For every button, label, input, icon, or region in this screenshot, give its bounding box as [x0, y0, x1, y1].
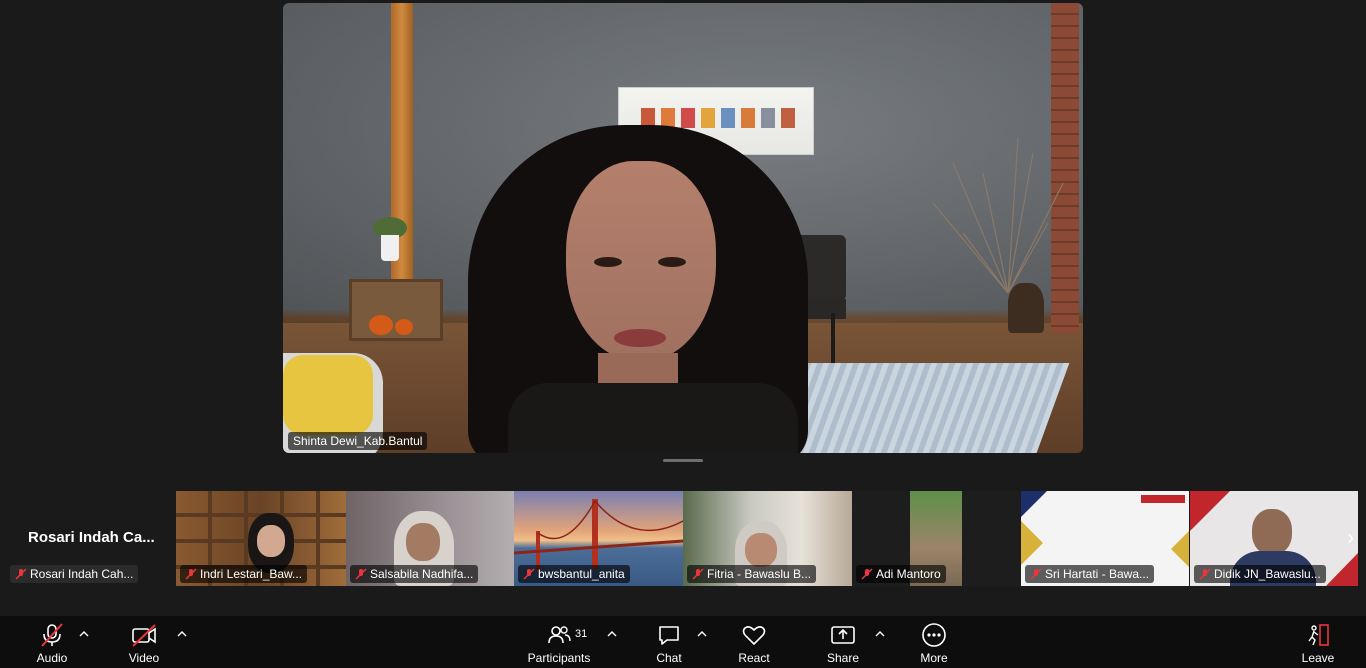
participant-tile[interactable]: bwsbantul_anita — [514, 491, 683, 586]
pumpkin — [395, 319, 413, 335]
participant-name: Adi Mantoro — [876, 567, 941, 581]
chat-options-caret-icon[interactable] — [697, 630, 707, 638]
participant-name-tag: Sri Hartati - Bawa... — [1025, 565, 1155, 583]
plant-pot — [381, 235, 399, 261]
mouth — [614, 329, 666, 347]
participants-label: Participants — [527, 651, 591, 665]
participant-name: Sri Hartati - Bawa... — [1045, 567, 1150, 581]
chat-button[interactable]: Chat — [652, 622, 686, 665]
share-label: Share — [826, 651, 860, 665]
armchair-leg — [831, 313, 835, 363]
eye — [594, 257, 622, 267]
mic-muted-icon — [1030, 568, 1042, 580]
yellow-pillow — [283, 355, 373, 435]
face — [257, 525, 285, 557]
participant-tile[interactable]: Didik JN_Bawaslu... › — [1190, 491, 1358, 586]
self-view-heading: Rosari Indah Ca... — [28, 529, 155, 546]
mic-muted-icon — [523, 568, 535, 580]
face — [745, 533, 777, 567]
video-options-caret-icon[interactable] — [177, 630, 187, 638]
speaker-person — [468, 125, 828, 453]
participant-name: bwsbantul_anita — [538, 567, 625, 581]
leave-label: Leave — [1301, 651, 1335, 665]
video-label: Video — [128, 651, 160, 665]
eye — [658, 257, 686, 267]
heart-icon — [742, 626, 766, 645]
self-view-name-tag: Rosari Indah Cah... — [10, 565, 139, 583]
speaker-name-tag: Shinta Dewi_Kab.Bantul — [288, 432, 428, 450]
share-options-caret-icon[interactable] — [875, 630, 885, 638]
participant-name-tag: Salsabila Nadhifa... — [350, 565, 479, 583]
twig-vase — [932, 137, 1064, 293]
self-view-name: Rosari Indah Cah... — [30, 567, 134, 581]
participant-name: Fitria - Bawaslu B... — [707, 567, 812, 581]
participant-name-tag: Indri Lestari_Baw... — [180, 565, 308, 583]
share-screen-icon — [831, 626, 855, 644]
audio-label: Audio — [36, 651, 68, 665]
participant-tile[interactable]: Adi Mantoro — [852, 491, 1020, 586]
participants-options-caret-icon[interactable] — [607, 630, 617, 638]
video-button[interactable]: Video — [126, 622, 162, 665]
react-label: React — [738, 651, 770, 665]
participant-name: Salsabila Nadhifa... — [370, 567, 474, 581]
meeting-toolbar: Audio Video Participants 31 Chat React S… — [0, 616, 1366, 668]
share-button[interactable]: Share — [825, 622, 861, 665]
next-page-arrow-icon[interactable]: › — [1347, 527, 1354, 550]
mic-muted-icon — [15, 568, 27, 580]
more-label: More — [920, 651, 948, 665]
leave-door-icon — [1308, 624, 1329, 646]
face — [566, 161, 716, 361]
participant-tile[interactable]: Fitria - Bawaslu B... — [683, 491, 852, 586]
participants-icon — [548, 626, 571, 644]
leave-button[interactable]: Leave — [1300, 622, 1336, 665]
react-button[interactable]: React — [735, 622, 773, 665]
video-off-icon — [132, 624, 156, 647]
mic-muted-icon — [41, 623, 63, 647]
more-button[interactable]: More — [916, 622, 952, 665]
mic-muted-icon — [692, 568, 704, 580]
face — [406, 523, 440, 561]
active-speaker-video[interactable]: Shinta Dewi_Kab.Bantul — [283, 3, 1083, 453]
chat-label: Chat — [656, 651, 682, 665]
shirt — [508, 383, 798, 453]
participants-count: 31 — [575, 628, 588, 640]
vase — [1008, 283, 1044, 333]
chat-icon — [659, 626, 679, 645]
participant-name-tag: bwsbantul_anita — [518, 565, 630, 583]
face — [1252, 509, 1292, 555]
mic-muted-icon — [355, 568, 367, 580]
more-icon — [922, 623, 946, 647]
participant-name-tag: Adi Mantoro — [856, 565, 946, 583]
pumpkin — [369, 315, 393, 335]
participant-name: Indri Lestari_Baw... — [200, 567, 303, 581]
mic-muted-icon — [1199, 568, 1211, 580]
mic-muted-icon — [185, 568, 197, 580]
participant-name: Didik JN_Bawaslu... — [1214, 567, 1321, 581]
gallery-strip: Indri Lestari_Baw... Salsabila Nadhifa..… — [176, 491, 1358, 586]
participant-name-tag: Didik JN_Bawaslu... — [1194, 565, 1326, 583]
participant-tile[interactable]: Sri Hartati - Bawa... — [1021, 491, 1189, 586]
mic-muted-icon — [861, 568, 873, 580]
resize-handle[interactable] — [663, 459, 703, 462]
participant-name-tag: Fitria - Bawaslu B... — [687, 565, 817, 583]
participant-tile[interactable]: Salsabila Nadhifa... — [346, 491, 514, 586]
audio-options-caret-icon[interactable] — [79, 630, 89, 638]
audio-button[interactable]: Audio — [34, 622, 70, 665]
participant-tile[interactable]: Indri Lestari_Baw... — [176, 491, 346, 586]
